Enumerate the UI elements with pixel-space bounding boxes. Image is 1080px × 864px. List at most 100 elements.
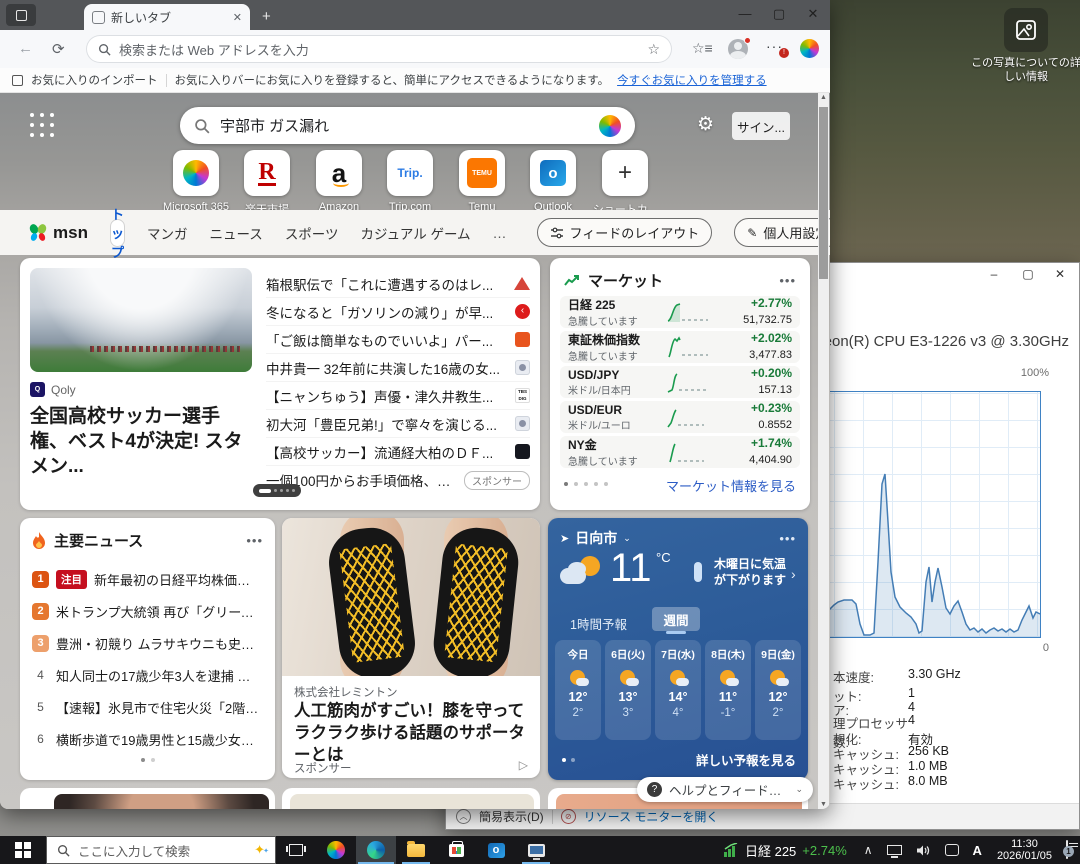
- cutoff-card[interactable]: [20, 788, 275, 809]
- carousel-pagination[interactable]: [253, 484, 301, 497]
- nav-tab-top[interactable]: トップ: [110, 219, 125, 247]
- headline-item[interactable]: 箱根駅伝で「これに遭遇するのはレ...: [266, 270, 530, 298]
- headline-item[interactable]: 冬になると「ガソリンの減り」が早... ‹: [266, 298, 530, 326]
- window-maximize-button[interactable]: ▢: [762, 6, 796, 22]
- detailed-forecast-link[interactable]: 詳しい予報を見る: [696, 750, 796, 769]
- personalize-button[interactable]: ✎ 個人用設定: [734, 218, 830, 247]
- more-menu-icon[interactable]: •••: [779, 531, 796, 546]
- start-button[interactable]: [0, 836, 46, 864]
- notification-center-button[interactable]: 1: [1060, 841, 1080, 859]
- scroll-up-arrow[interactable]: ▲: [818, 94, 829, 101]
- address-bar[interactable]: 検索または Web アドレスを入力 ☆: [86, 35, 672, 63]
- forecast-day[interactable]: 7日(水) 14° 4°: [655, 640, 701, 740]
- top-news-item[interactable]: 1 注目 新年最初の日経平均株価の上...: [32, 566, 263, 592]
- nav-more-icon[interactable]: …: [493, 225, 507, 241]
- taskbar-edge-button[interactable]: [356, 836, 396, 864]
- taskbar-store-button[interactable]: [436, 836, 476, 864]
- forecast-day[interactable]: 8日(木) 11° -1°: [705, 640, 751, 740]
- taskbar-explorer-button[interactable]: [396, 836, 436, 864]
- nav-tab-casual-games[interactable]: カジュアル ゲーム: [361, 223, 471, 243]
- nav-tab-manga[interactable]: マンガ: [147, 223, 188, 243]
- top-news-item[interactable]: 3 豊洲・初競り ムラサキウニも史上最...: [32, 630, 263, 656]
- new-tab-button[interactable]: +: [262, 8, 271, 25]
- top-news-item[interactable]: 4 知人同士の17歳少年3人を逮捕 静岡...: [32, 662, 263, 688]
- browser-tab[interactable]: 新しいタブ ✕: [84, 4, 250, 30]
- ime-tool-icon[interactable]: [938, 844, 966, 856]
- app-launcher-icon[interactable]: [30, 113, 56, 139]
- nav-tab-news[interactable]: ニュース: [209, 223, 262, 243]
- taskbar-clock[interactable]: 11:30 2026/01/05: [989, 838, 1060, 862]
- collections-icon[interactable]: ☆≡: [692, 40, 713, 57]
- taskbar-copilot-button[interactable]: [316, 836, 356, 864]
- headline-item[interactable]: 【ニャンちゅう】声優・津久井教生... TBS DIG: [266, 382, 530, 410]
- carousel-dots[interactable]: [564, 482, 608, 486]
- quick-link-amazon[interactable]: a Amazon: [304, 150, 374, 213]
- market-row-nikkei[interactable]: 日経 225急騰しています +2.77%51,732.75: [560, 296, 800, 328]
- headline-item[interactable]: 初大河「豊臣兄弟!」で寧々を演じる...: [266, 410, 530, 438]
- market-row-nygold[interactable]: NY金急騰しています +1.74%4,404.90: [560, 436, 800, 468]
- cutoff-card[interactable]: [282, 788, 540, 809]
- market-info-link[interactable]: マーケット情報を見る: [666, 476, 796, 495]
- gear-icon[interactable]: ⚙: [697, 113, 714, 136]
- simple-view-toggle[interactable]: 簡易表示(D): [479, 808, 544, 825]
- quick-link-rakuten[interactable]: R 楽天市場: [232, 150, 302, 217]
- spotlight-photo-icon[interactable]: [1004, 8, 1048, 52]
- headline-item[interactable]: 中井貴一 32年前に共演した16歳の女...: [266, 354, 530, 382]
- quick-link-temu[interactable]: TEMU Temu: [447, 150, 517, 213]
- headline-item[interactable]: 【高校サッカー】流通経大柏のＤＦ...: [266, 438, 530, 466]
- taskbar-taskmgr-button[interactable]: [516, 836, 556, 864]
- window-close-button[interactable]: ✕: [796, 6, 830, 22]
- market-row-topix[interactable]: 東証株価指数急騰しています +2.02%3,477.83: [560, 331, 800, 363]
- forecast-day[interactable]: 今日 12° 2°: [555, 640, 601, 740]
- nav-tab-sports[interactable]: スポーツ: [285, 223, 339, 243]
- refresh-icon[interactable]: ⟳: [52, 40, 65, 58]
- forecast-day[interactable]: 6日(火) 13° 3°: [605, 640, 651, 740]
- quick-link-add-shortcut[interactable]: + ショートカ...: [590, 150, 660, 217]
- quick-link-microsoft365[interactable]: Microsoft 365: [161, 150, 231, 213]
- network-icon[interactable]: [880, 845, 909, 855]
- copilot-icon[interactable]: [800, 39, 819, 58]
- market-row-usdeur[interactable]: USD/EUR米ドル/ユーロ +0.23%0.8552: [560, 401, 800, 433]
- show-hidden-icons-chevron[interactable]: ∧: [857, 843, 880, 857]
- top-news-item[interactable]: 6 横断歩道で19歳男性と15歳少女はね...: [32, 726, 263, 752]
- quick-link-outlook[interactable]: o Outlook: [518, 150, 588, 213]
- ime-mode-indicator[interactable]: A: [966, 843, 989, 858]
- taskbar-outlook-button[interactable]: o: [476, 836, 516, 864]
- task-view-button[interactable]: [276, 836, 316, 864]
- scrollbar-thumb[interactable]: [819, 107, 828, 279]
- carousel-dots[interactable]: [562, 758, 575, 762]
- help-feedback-button[interactable]: ? ヘルプとフィードバック ⌄: [637, 777, 813, 802]
- headline-item-sponsored[interactable]: 一個100円からお手頃価格、従... スポンサー: [266, 466, 530, 494]
- back-icon[interactable]: ←: [18, 40, 33, 57]
- chevron-down-icon[interactable]: ⌄: [623, 533, 631, 544]
- headline-item[interactable]: 「ご飯は簡単なものでいいよ」パー...: [266, 326, 530, 354]
- ad-choices-icon[interactable]: ▷: [519, 758, 528, 772]
- chevron-right-icon[interactable]: ›: [791, 566, 796, 582]
- window-minimize-button[interactable]: —: [728, 6, 762, 21]
- msn-logo[interactable]: msn: [28, 223, 88, 243]
- copilot-icon[interactable]: [599, 115, 621, 137]
- more-menu-icon[interactable]: •••: [779, 273, 796, 288]
- page-scrollbar[interactable]: ▲ ▼: [818, 93, 829, 809]
- taskmgr-minimize-button[interactable]: –: [979, 267, 1009, 283]
- stock-ticker[interactable]: 日経 225 +2.74%: [713, 841, 857, 860]
- forecast-day[interactable]: 9日(金) 12° 2°: [755, 640, 801, 740]
- tab-weekly-forecast[interactable]: 週間: [652, 607, 700, 631]
- feed-layout-button[interactable]: フィードのレイアウト: [537, 218, 713, 247]
- sponsored-card[interactable]: 株式会社レミントン 人工筋肉がすごい！膝を守ってラクラク歩ける話題のサポーターと…: [282, 518, 540, 778]
- manage-favorites-link[interactable]: 今すぐお気に入りを管理する: [617, 72, 767, 88]
- more-menu-icon[interactable]: •••: [246, 533, 263, 548]
- favorites-import-button[interactable]: お気に入りのインポート: [31, 72, 158, 88]
- hero-story-title[interactable]: 全国高校サッカー選手権、ベスト4が決定! スタメン...: [30, 404, 255, 479]
- tab-hourly-forecast[interactable]: 1時間予報: [562, 610, 635, 637]
- workspaces-button[interactable]: [6, 4, 36, 26]
- open-resource-monitor-link[interactable]: リソース モニターを開く: [584, 808, 719, 825]
- top-news-item[interactable]: 2 米トランプ大統領 再び「グリーンラ...: [32, 598, 263, 624]
- hero-story-image[interactable]: [30, 268, 252, 372]
- taskbar-search-box[interactable]: ここに入力して検索 ✦: [46, 836, 276, 864]
- top-news-item[interactable]: 5 【速報】氷見市で住宅火災「2階の窓...: [32, 694, 263, 720]
- carousel-dots[interactable]: [20, 758, 275, 762]
- sign-in-button[interactable]: サイン...: [732, 112, 790, 140]
- scroll-down-arrow[interactable]: ▼: [818, 801, 829, 808]
- volume-icon[interactable]: [909, 844, 938, 857]
